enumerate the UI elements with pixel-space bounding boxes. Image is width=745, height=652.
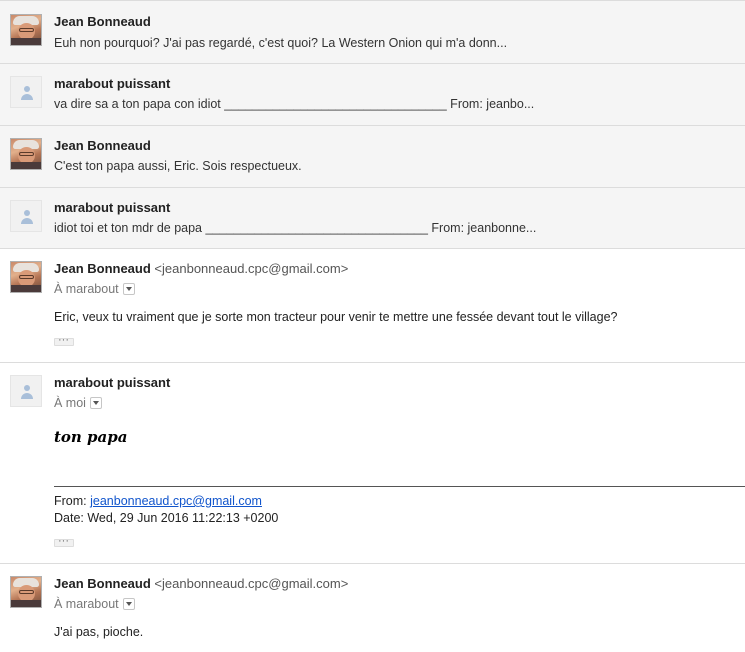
- message-snippet: idiot toi et ton mdr de papa ___________…: [54, 221, 537, 235]
- sender-name: Jean Bonneaud: [54, 14, 151, 29]
- recipient-details-dropdown-icon[interactable]: [89, 397, 102, 409]
- show-trimmed-content-button[interactable]: [54, 334, 74, 346]
- message-collapsed[interactable]: marabout puissant va dire sa a ton papa …: [0, 63, 745, 125]
- sender-avatar: [10, 14, 42, 46]
- sender-name: Jean Bonneaud: [54, 576, 151, 591]
- sender-name: marabout puissant: [54, 200, 171, 215]
- message-collapsed[interactable]: Jean Bonneaud C'est ton papa aussi, Eric…: [0, 125, 745, 187]
- recipient-details-dropdown-icon[interactable]: [122, 598, 135, 610]
- message-body: ton papa: [54, 428, 128, 446]
- recipient-line: À moi: [54, 396, 102, 410]
- recipient-label: À moi: [54, 396, 86, 410]
- message-collapsed[interactable]: marabout puissant idiot toi et ton mdr d…: [0, 187, 745, 248]
- sender-line: Jean Bonneaud <jeanbonneaud.cpc@gmail.co…: [54, 576, 348, 591]
- recipient-details-dropdown-icon[interactable]: [122, 283, 135, 295]
- sender-avatar: [10, 138, 42, 170]
- message-snippet: Euh non pourquoi? J'ai pas regardé, c'es…: [54, 36, 508, 50]
- quoted-from-line: From: jeanbonneaud.cpc@gmail.com: [54, 494, 262, 508]
- message-expanded: Jean Bonneaud <jeanbonneaud.cpc@gmail.co…: [0, 248, 745, 362]
- message-snippet: C'est ton papa aussi, Eric. Sois respect…: [54, 159, 302, 173]
- recipient-label: À marabout: [54, 282, 119, 296]
- message-collapsed[interactable]: Jean Bonneaud Euh non pourquoi? J'ai pas…: [0, 0, 745, 63]
- sender-line: Jean Bonneaud <jeanbonneaud.cpc@gmail.co…: [54, 261, 348, 276]
- sender-name: Jean Bonneaud: [54, 138, 151, 153]
- sender-avatar: [10, 261, 42, 293]
- default-avatar-icon: [10, 375, 42, 407]
- sender-name: marabout puissant: [54, 375, 171, 390]
- quoted-from-label: From:: [54, 494, 87, 508]
- recipient-label: À marabout: [54, 597, 119, 611]
- message-expanded: Jean Bonneaud <jeanbonneaud.cpc@gmail.co…: [0, 563, 745, 652]
- recipient-line: À marabout: [54, 282, 135, 296]
- quoted-from-email-link[interactable]: jeanbonneaud.cpc@gmail.com: [90, 494, 262, 508]
- message-body: J'ai pas, pioche.: [54, 625, 144, 639]
- sender-avatar: [10, 576, 42, 608]
- sender-email: <jeanbonneaud.cpc@gmail.com>: [154, 261, 349, 276]
- quoted-date-line: Date: Wed, 29 Jun 2016 11:22:13 +0200: [54, 511, 279, 525]
- default-avatar-icon: [10, 200, 42, 232]
- message-body: Eric, veux tu vraiment que je sorte mon …: [54, 310, 618, 324]
- recipient-line: À marabout: [54, 597, 135, 611]
- show-trimmed-content-button[interactable]: [54, 535, 74, 547]
- default-avatar-icon: [10, 76, 42, 108]
- sender-name: marabout puissant: [54, 76, 171, 91]
- quote-divider: [54, 486, 745, 487]
- message-snippet: va dire sa a ton papa con idiot ________…: [54, 97, 535, 111]
- sender-email: <jeanbonneaud.cpc@gmail.com>: [154, 576, 349, 591]
- sender-name: Jean Bonneaud: [54, 261, 151, 276]
- message-expanded: marabout puissant À moi ton papa From: j…: [0, 362, 745, 563]
